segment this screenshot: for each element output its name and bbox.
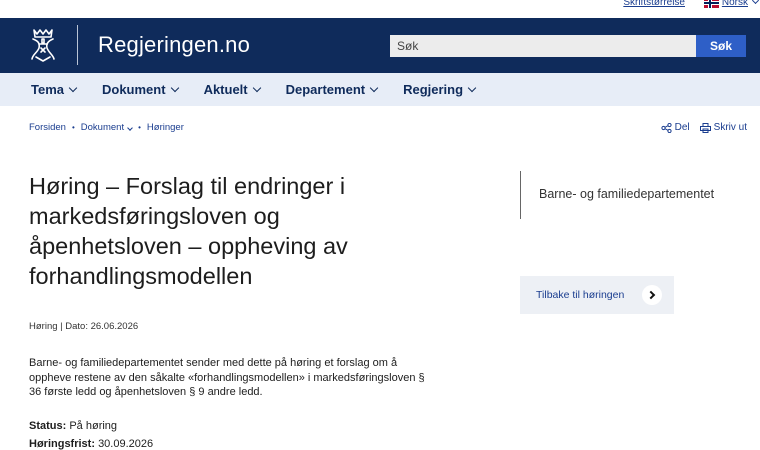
site-header: Regjeringen.no Søk (0, 18, 760, 73)
logo-divider (77, 25, 78, 65)
nav-item-label: Tema (31, 82, 64, 97)
article-intro: Barne- og familiedepartementet sender me… (29, 357, 425, 398)
chevron-right-icon (642, 285, 662, 305)
status-label: Status: (29, 420, 67, 432)
breadcrumb-item-horinger[interactable]: Høringer (147, 122, 184, 133)
search-button[interactable]: Søk (696, 35, 746, 57)
printer-icon (699, 122, 711, 133)
nav-item-dokument[interactable]: Dokument (102, 82, 179, 97)
department-link[interactable]: Barne- og familiedepartementet (539, 187, 714, 201)
chevron-down-icon (369, 83, 379, 92)
nav-item-regjering[interactable]: Regjering (403, 82, 477, 97)
nav-item-tema[interactable]: Tema (31, 82, 78, 97)
font-size-link[interactable]: Skriftstørrelse (623, 0, 685, 8)
share-button[interactable]: Del (661, 122, 690, 133)
nav-item-departement[interactable]: Departement (285, 82, 379, 97)
aside-divider (520, 171, 521, 219)
chevron-down-icon (68, 83, 78, 92)
breadcrumb: Forsiden • Dokument • Høringer (29, 122, 184, 133)
language-label: Norsk (721, 0, 748, 8)
nav-item-label: Dokument (102, 82, 166, 97)
back-label: Tilbake til høringen (536, 289, 625, 301)
status-line: Status: På høring (29, 420, 117, 432)
deadline-label: Høringsfrist: (29, 438, 95, 450)
main-navigation: Tema Dokument Aktuelt Departement Regjer… (0, 73, 760, 106)
share-icon (661, 122, 672, 133)
chevron-down-icon (467, 83, 477, 92)
utility-bar: Skriftstørrelse Norsk (0, 0, 760, 18)
chevron-down-icon (127, 125, 133, 131)
status-value: På høring (69, 420, 118, 432)
breadcrumb-item-label: Dokument (80, 122, 125, 133)
breadcrumb-item-forsiden[interactable]: Forsiden (29, 122, 66, 133)
print-label: Skriv ut (713, 122, 747, 133)
chevron-down-icon (252, 83, 261, 92)
nav-item-label: Aktuelt (203, 82, 248, 97)
search-input[interactable] (390, 35, 696, 57)
chevron-down-icon (170, 83, 179, 92)
breadcrumb-separator: • (138, 123, 141, 132)
coat-of-arms-logo-icon[interactable] (28, 27, 58, 63)
chevron-down-icon (751, 0, 760, 5)
norway-flag-icon (703, 0, 719, 8)
back-to-hearing-button[interactable]: Tilbake til høringen (520, 276, 674, 314)
article-meta: Høring | Dato: 26.06.2026 (29, 321, 139, 332)
nav-item-aktuelt[interactable]: Aktuelt (203, 82, 261, 97)
page-title: Høring – Forslag til endringer i markeds… (29, 173, 348, 289)
language-selector[interactable]: Norsk (703, 0, 760, 8)
deadline-value: 30.09.2026 (98, 438, 154, 450)
deadline-line: Høringsfrist: 30.09.2026 (29, 438, 153, 450)
breadcrumb-item-dokument[interactable]: Dokument (80, 122, 133, 133)
site-name[interactable]: Regjeringen.no (98, 32, 250, 58)
page-tools: Del Skriv ut (661, 122, 747, 133)
share-label: Del (674, 122, 690, 133)
nav-item-label: Departement (285, 82, 366, 97)
nav-item-label: Regjering (403, 82, 464, 97)
print-button[interactable]: Skriv ut (699, 122, 747, 133)
breadcrumb-separator: • (71, 123, 75, 132)
